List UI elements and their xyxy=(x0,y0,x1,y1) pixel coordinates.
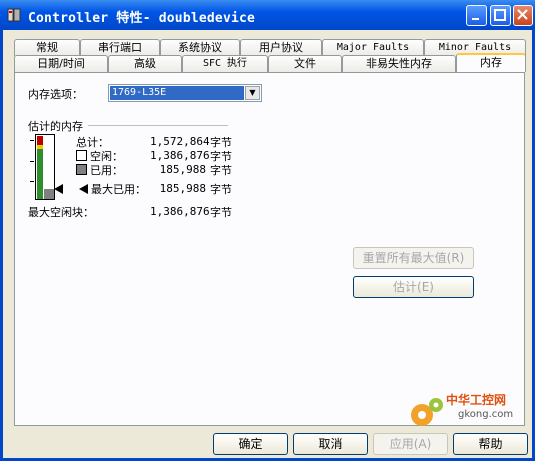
gauge-tick xyxy=(30,161,34,162)
close-icon xyxy=(517,9,528,20)
minimize-button[interactable] xyxy=(466,5,487,26)
max-free-block-unit: 字节 xyxy=(210,206,232,219)
tab-general[interactable]: 常规 xyxy=(14,39,80,56)
max-used-arrow-icon xyxy=(79,184,88,194)
gkong-watermark: 中华工控网 gkong.com xyxy=(406,387,521,431)
tab-date-time[interactable]: 日期/时间 xyxy=(14,55,108,72)
free-legend-icon xyxy=(76,150,87,161)
tab-memory[interactable]: 内存 xyxy=(456,53,526,72)
max-used-label: 最大已用： xyxy=(91,183,146,196)
ok-button[interactable]: 确定 xyxy=(213,433,288,455)
minimize-icon xyxy=(472,18,479,20)
tab-serial-port[interactable]: 串行端口 xyxy=(80,39,160,56)
tab-system-protocol[interactable]: 系统协议 xyxy=(160,39,240,56)
tab-file[interactable]: 文件 xyxy=(268,55,342,72)
tab-advanced[interactable]: 高级 xyxy=(108,55,182,72)
memory-option-dropdown[interactable]: 1769-L35E ▼ xyxy=(108,84,262,102)
close-button[interactable] xyxy=(513,5,533,26)
maximize-icon xyxy=(494,9,506,21)
cancel-button[interactable]: 取消 xyxy=(293,433,368,455)
gear-icon xyxy=(411,398,443,426)
maximize-button[interactable] xyxy=(490,5,511,26)
memory-option-label: 内存选项： xyxy=(28,88,83,101)
reset-all-max-button[interactable]: 重置所有最大值(R) xyxy=(353,247,474,269)
watermark-title: 中华工控网 xyxy=(446,393,507,407)
used-unit: 字节 xyxy=(210,164,232,177)
title-bar[interactable]: Controller 特性- doubledevice xyxy=(0,0,535,30)
tab-sfc-execution[interactable]: SFC 执行 xyxy=(182,55,268,72)
max-used-unit: 字节 xyxy=(210,183,232,196)
gauge-tick xyxy=(30,140,34,141)
used-label: 已用： xyxy=(90,164,123,177)
controller-app-icon xyxy=(7,8,21,22)
tab-nonvolatile-memory[interactable]: 非易失性内存 xyxy=(342,55,456,72)
window-title: Controller 特性- doubledevice xyxy=(28,11,256,26)
chevron-down-icon[interactable]: ▼ xyxy=(245,86,260,100)
used-legend-icon xyxy=(76,164,87,175)
memory-usage-gauge xyxy=(35,134,55,200)
gauge-tick xyxy=(30,181,34,182)
gauge-caution-band xyxy=(37,145,43,149)
watermark-url: gkong.com xyxy=(458,409,514,420)
max-free-block-label: 最大空闲块： xyxy=(28,206,94,219)
used-value: 185,988 xyxy=(159,163,206,176)
apply-button[interactable]: 应用(A) xyxy=(373,433,448,455)
gauge-used-marker xyxy=(44,189,54,199)
tab-major-faults[interactable]: Major Faults xyxy=(322,39,424,56)
total-value: 1,572,864 xyxy=(150,135,210,148)
estimate-button[interactable]: 估计(E) xyxy=(353,276,474,298)
gauge-used-fill xyxy=(37,149,43,199)
memory-option-value: 1769-L35E xyxy=(110,86,244,100)
free-value: 1,386,876 xyxy=(150,149,210,162)
help-button[interactable]: 帮助 xyxy=(453,433,528,455)
max-used-pointer-icon xyxy=(54,184,63,194)
max-free-block-value: 1,386,876 xyxy=(150,205,210,218)
group-divider xyxy=(88,125,228,126)
tab-user-protocol[interactable]: 用户协议 xyxy=(240,39,322,56)
max-used-value: 185,988 xyxy=(159,182,206,195)
estimate-group-title: 估计的内存 xyxy=(28,120,83,133)
